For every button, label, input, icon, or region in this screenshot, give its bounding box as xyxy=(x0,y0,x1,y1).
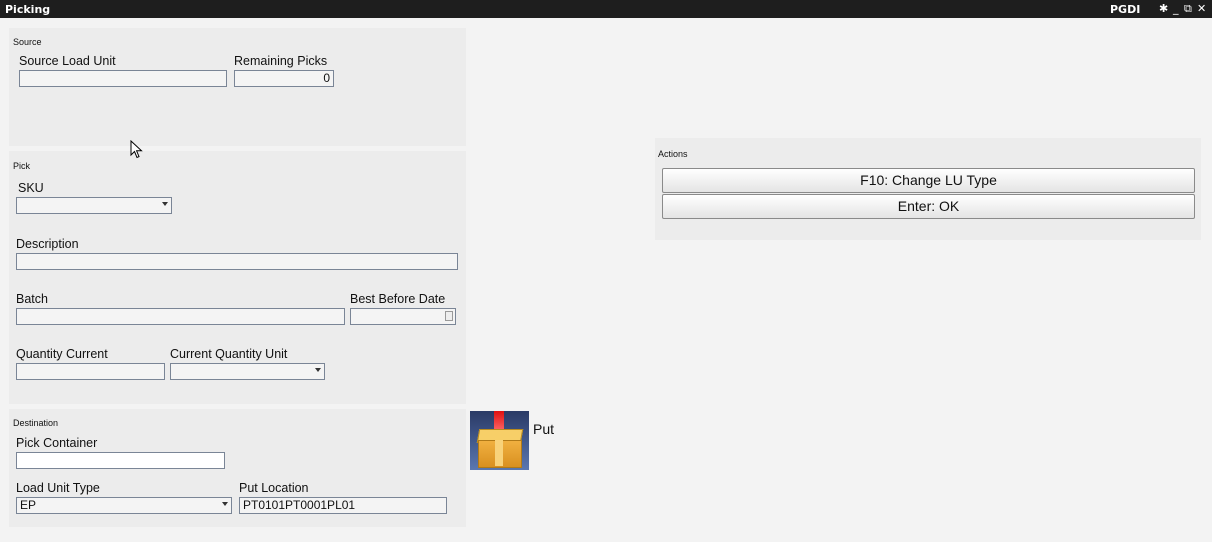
description-label: Description xyxy=(16,237,79,251)
destination-section-title: Destination xyxy=(13,418,59,428)
pick-container-label: Pick Container xyxy=(16,436,98,450)
window-title: Picking xyxy=(5,3,51,16)
current-quantity-unit-label: Current Quantity Unit xyxy=(170,347,288,361)
load-unit-type-value: EP xyxy=(20,498,37,512)
user-name: PGDI xyxy=(1110,3,1141,16)
chevron-down-icon xyxy=(162,202,168,206)
remaining-picks-label: Remaining Picks xyxy=(234,54,328,68)
put-location-field: PT0101PT0001PL01 xyxy=(239,497,447,514)
source-section-title: Source xyxy=(13,37,42,47)
quantity-current-label: Quantity Current xyxy=(16,347,108,361)
batch-label: Batch xyxy=(16,292,48,306)
batch-field[interactable] xyxy=(16,308,345,325)
best-before-label: Best Before Date xyxy=(350,292,446,306)
current-quantity-unit-select[interactable] xyxy=(170,363,325,380)
source-load-unit-label: Source Load Unit xyxy=(19,54,116,68)
close-icon[interactable]: ✕ xyxy=(1197,2,1206,16)
restore-icon[interactable]: ⧉ xyxy=(1184,2,1192,16)
change-lu-type-button[interactable]: F10: Change LU Type xyxy=(662,168,1195,193)
chevron-down-icon xyxy=(222,502,228,506)
load-unit-type-select[interactable]: EP xyxy=(16,497,232,514)
minimize-icon[interactable]: _ xyxy=(1173,2,1179,16)
put-label: Put xyxy=(533,421,555,437)
description-field[interactable] xyxy=(16,253,458,270)
pick-container-field[interactable] xyxy=(16,452,225,469)
box-scan-icon[interactable] xyxy=(470,411,529,470)
source-load-unit-field[interactable] xyxy=(19,70,227,87)
source-section xyxy=(9,28,466,146)
actions-section-title: Actions xyxy=(658,149,688,159)
box-tape xyxy=(495,440,503,466)
title-bar: Picking PGDI ✱ _ ⧉ ✕ xyxy=(0,0,1212,18)
sku-select[interactable] xyxy=(16,197,172,214)
pin-icon[interactable]: ✱ xyxy=(1159,2,1168,16)
sku-label: SKU xyxy=(18,181,44,195)
calendar-icon[interactable] xyxy=(445,311,453,321)
remaining-picks-field: 0 xyxy=(234,70,334,87)
quantity-current-field[interactable] xyxy=(16,363,165,380)
put-location-label: Put Location xyxy=(239,481,309,495)
mouse-cursor-icon xyxy=(130,140,143,159)
chevron-down-icon xyxy=(315,368,321,372)
best-before-field[interactable] xyxy=(350,308,456,325)
load-unit-type-label: Load Unit Type xyxy=(16,481,100,495)
pick-section-title: Pick xyxy=(13,161,31,171)
ok-button[interactable]: Enter: OK xyxy=(662,194,1195,219)
